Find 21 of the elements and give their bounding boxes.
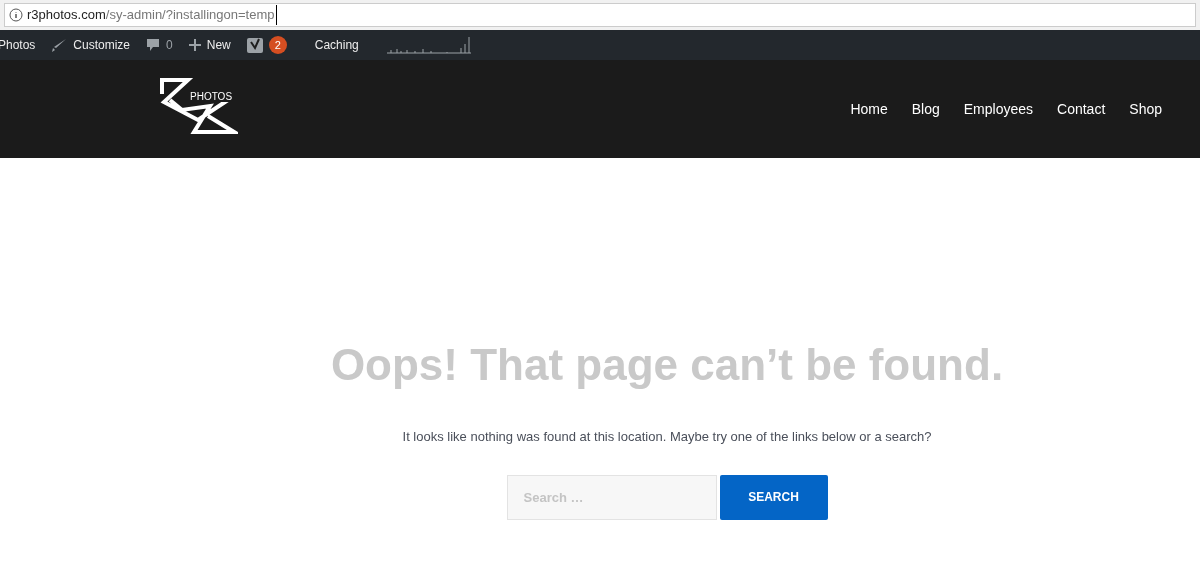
caching-link[interactable]: Caching [314, 36, 359, 54]
not-found-message: It looks like nothing was found at this location. Maybe try one of the links below or a search? [402, 428, 932, 446]
url-path: /sy-admin/?installingon=temp [105, 5, 277, 25]
customize-link[interactable]: Customize [51, 36, 131, 54]
nav-link[interactable]: Blog [911, 98, 940, 120]
comments-link[interactable]: 0 [146, 36, 173, 54]
address-bar[interactable]: r3photos.com/sy-admin/?installingon=temp [4, 3, 1196, 27]
nav-link[interactable]: Shop [1129, 98, 1162, 120]
nav-link[interactable]: Home [850, 98, 888, 120]
seo-menu[interactable]: 2 [246, 36, 287, 54]
logo-text: PHOTOS [190, 92, 233, 102]
info-icon [9, 8, 23, 22]
nav-link[interactable]: Employees [963, 98, 1034, 120]
url-host: r3photos.com [27, 6, 106, 25]
plus-icon [188, 39, 201, 51]
site-logo[interactable]: PHOTOS [158, 76, 238, 142]
notification-badge: 2 [268, 36, 287, 54]
comment-icon [146, 38, 161, 52]
search-button[interactable]: SEARCH [719, 474, 828, 520]
nav-link[interactable]: Contact [1057, 98, 1106, 120]
new-link[interactable]: New [188, 36, 231, 54]
